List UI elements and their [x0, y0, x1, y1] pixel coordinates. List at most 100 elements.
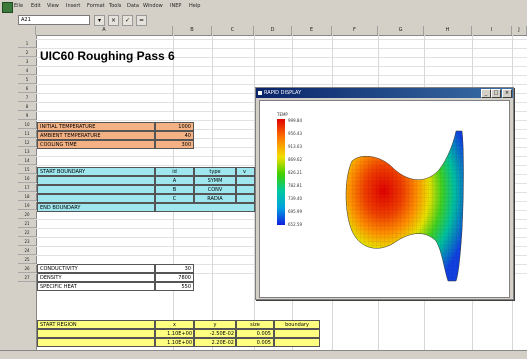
row-header[interactable]: 24	[18, 246, 36, 255]
menu-edit[interactable]: Edit	[31, 3, 41, 9]
row-header[interactable]: 27	[18, 273, 36, 282]
boundary-row-extra[interactable]	[236, 176, 255, 185]
region-header-y[interactable]: y	[194, 320, 236, 329]
menu-window[interactable]: Window	[143, 3, 163, 9]
region-cell-x[interactable]: 1.10E+00	[155, 329, 194, 338]
param-value-cooling-time[interactable]: 300	[155, 140, 194, 149]
menu-tools[interactable]: Tools	[109, 3, 121, 9]
param-value-initial-temperature[interactable]: 1000	[155, 122, 194, 131]
param-label-ambient-temperature[interactable]: AMBIENT TEMPERATURE	[37, 131, 155, 140]
rapid-display-window[interactable]: RAPID DISPLAY _ □ × TEMP 999.84 956.43 9…	[255, 87, 514, 300]
column-header-j[interactable]: J	[512, 26, 527, 35]
end-boundary-label[interactable]: END BOUNDARY	[37, 203, 155, 212]
start-boundary-label[interactable]: START BOUNDARY	[37, 167, 155, 176]
boundary-row-spacer[interactable]	[37, 185, 155, 194]
param-value-ambient-temperature[interactable]: 40	[155, 131, 194, 140]
row-header[interactable]: 6	[18, 84, 36, 93]
row-header[interactable]: 16	[18, 174, 36, 183]
region-cell-x[interactable]: 1.10E+00	[155, 338, 194, 347]
maximize-icon[interactable]: □	[491, 89, 501, 98]
row-header[interactable]: 17	[18, 183, 36, 192]
region-cell-y[interactable]: -2.50E-02	[194, 329, 236, 338]
start-region-label[interactable]: START REGION	[37, 320, 155, 329]
menu-insert[interactable]: Insert	[66, 3, 80, 9]
cancel-icon[interactable]: ×	[108, 15, 119, 26]
region-cell-size[interactable]: 0.005	[236, 338, 274, 347]
row-header[interactable]: 13	[18, 147, 36, 156]
row-header[interactable]: 20	[18, 210, 36, 219]
dropdown-arrow-icon[interactable]: ▾	[94, 15, 105, 26]
material-label-conductivity[interactable]: CONDUCTIVITY	[37, 264, 155, 273]
boundary-row-type[interactable]: SYMM	[194, 176, 236, 185]
row-header[interactable]: 12	[18, 138, 36, 147]
param-label-cooling-time[interactable]: COOLING TIME	[37, 140, 155, 149]
column-header-e[interactable]: E	[292, 26, 332, 35]
row-header[interactable]: 4	[18, 66, 36, 75]
boundary-id-header[interactable]: id	[155, 167, 194, 176]
confirm-icon[interactable]: ✓	[122, 15, 133, 26]
column-header-c[interactable]: C	[212, 26, 254, 35]
boundary-extra-header[interactable]: v	[236, 167, 255, 176]
region-cell-y[interactable]: 2.20E-02	[194, 338, 236, 347]
column-header-a[interactable]: A	[36, 26, 173, 35]
row-header[interactable]: 15	[18, 165, 36, 174]
material-value-conductivity[interactable]: 30	[155, 264, 194, 273]
material-value-density[interactable]: 7800	[155, 273, 194, 282]
boundary-row-extra[interactable]	[236, 185, 255, 194]
menu-file[interactable]: Eile	[14, 3, 23, 9]
row-header[interactable]: 3	[18, 57, 36, 66]
material-label-specific-heat[interactable]: SPECIFIC HEAT	[37, 282, 155, 291]
row-header[interactable]: 19	[18, 201, 36, 210]
select-all-corner[interactable]	[18, 26, 36, 35]
menu-data[interactable]: Data	[127, 3, 139, 9]
plot-area[interactable]: TEMP 999.84 956.43 913.03 869.62 826.21 …	[259, 100, 510, 298]
boundary-row-spacer[interactable]	[37, 176, 155, 185]
region-row-spacer[interactable]	[37, 338, 155, 347]
region-cell-boundary[interactable]	[274, 338, 320, 347]
region-cell-size[interactable]: 0.005	[236, 329, 274, 338]
row-header[interactable]: 11	[18, 129, 36, 138]
menu-format[interactable]: Format	[87, 3, 105, 9]
row-header[interactable]: 25	[18, 255, 36, 264]
material-label-density[interactable]: DENSITY	[37, 273, 155, 282]
row-header[interactable]: 21	[18, 219, 36, 228]
row-header[interactable]: 5	[18, 75, 36, 84]
row-header[interactable]: 1	[18, 39, 36, 48]
material-value-specific-heat[interactable]: 550	[155, 282, 194, 291]
row-header[interactable]: 26	[18, 264, 36, 273]
row-header[interactable]: 2	[18, 48, 36, 57]
region-header-size[interactable]: size	[236, 320, 274, 329]
column-header-b[interactable]: B	[173, 26, 212, 35]
boundary-row-spacer[interactable]	[37, 194, 155, 203]
row-header[interactable]: 22	[18, 228, 36, 237]
row-header[interactable]: 18	[18, 192, 36, 201]
boundary-row-type[interactable]: RADIA	[194, 194, 236, 203]
boundary-row-extra[interactable]	[236, 194, 255, 203]
column-header-i[interactable]: I	[472, 26, 512, 35]
row-header[interactable]: 14	[18, 156, 36, 165]
row-header[interactable]: 10	[18, 120, 36, 129]
boundary-type-header[interactable]: type	[194, 167, 236, 176]
column-header-h[interactable]: H	[424, 26, 472, 35]
column-header-f[interactable]: F	[332, 26, 378, 35]
row-header[interactable]: 8	[18, 102, 36, 111]
function-icon[interactable]: =	[136, 15, 147, 26]
boundary-row-id[interactable]: B	[155, 185, 194, 194]
column-header-g[interactable]: G	[378, 26, 424, 35]
row-header[interactable]: 23	[18, 237, 36, 246]
region-cell-boundary[interactable]	[274, 329, 320, 338]
name-box[interactable]: A21	[18, 15, 90, 25]
excel-app-icon[interactable]	[2, 2, 13, 13]
boundary-row-type[interactable]: CONV	[194, 185, 236, 194]
end-boundary-fill[interactable]	[155, 203, 255, 212]
boundary-row-id[interactable]: C	[155, 194, 194, 203]
close-icon[interactable]: ×	[502, 89, 512, 98]
column-header-d[interactable]: D	[254, 26, 292, 35]
row-header[interactable]: 7	[18, 93, 36, 102]
boundary-row-id[interactable]: A	[155, 176, 194, 185]
menu-help[interactable]: Help	[189, 3, 200, 9]
row-header[interactable]: 9	[18, 111, 36, 120]
minimize-icon[interactable]: _	[481, 89, 491, 98]
rapid-display-titlebar[interactable]: RAPID DISPLAY _ □ ×	[256, 88, 513, 98]
param-label-initial-temperature[interactable]: INITIAL TEMPERATURE	[37, 122, 155, 131]
